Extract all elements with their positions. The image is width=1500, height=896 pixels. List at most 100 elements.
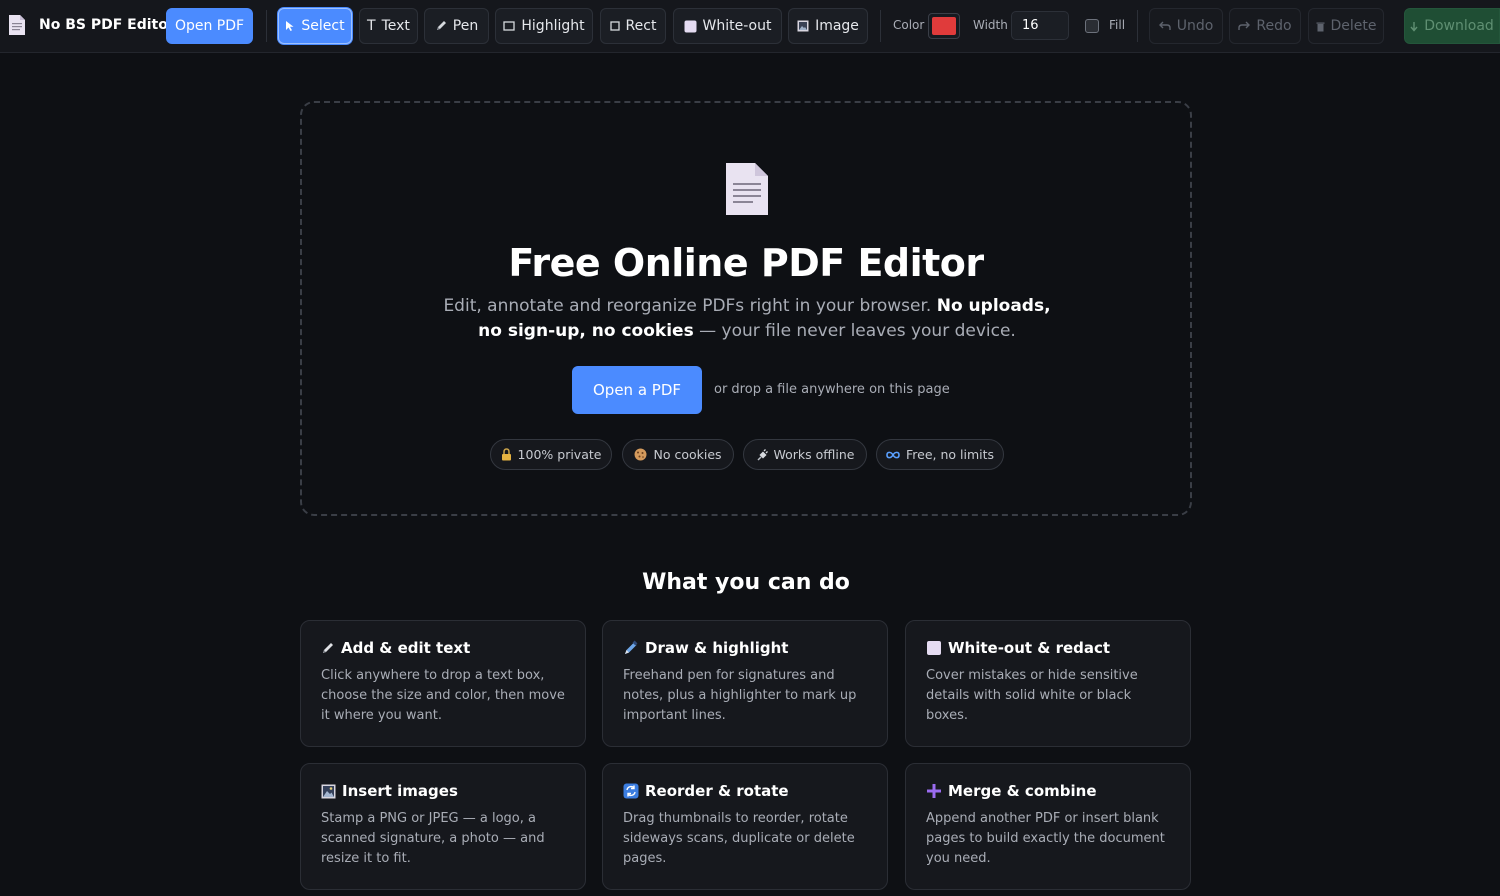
text-icon: T [367,18,376,34]
white-square-icon [684,20,697,33]
open-a-pdf-button[interactable]: Open a PDF [572,366,702,414]
feature-card-description: Freehand pen for signatures and notes, p… [623,668,857,723]
open-pdf-label: Open PDF [174,18,245,34]
feature-title-text: Draw & highlight [645,639,789,657]
hero-title: Free Online PDF Editor [508,241,984,285]
feature-card-title: Insert images [321,782,565,800]
white-square-icon [926,640,942,656]
rect-tool-button[interactable]: Rect [600,8,666,44]
rotate-icon [623,783,639,799]
rect-tool-label: Rect [625,18,657,34]
color-picker[interactable] [928,13,960,39]
badge-no-cookies: No cookies [622,439,734,470]
redo-icon [1238,21,1251,31]
infinity-icon [886,451,900,459]
app-name: No BS PDF Editor [39,17,175,33]
color-swatch [932,17,956,35]
feature-card-description: Cover mistakes or hide sensitive details… [926,668,1138,723]
feature-title-text: Add & edit text [341,639,471,657]
text-tool-button[interactable]: T Text [359,8,418,44]
feature-card-title: Add & edit text [321,639,565,657]
hero-subtitle: Edit, annotate and reorganize PDFs right… [437,294,1057,344]
feature-card-title: Merge & combine [926,782,1170,800]
feature-card-description: Append another PDF or insert blank pages… [926,811,1165,866]
open-a-pdf-label: Open a PDF [592,381,681,399]
undo-icon [1158,21,1171,31]
fill-label: Fill [1109,18,1126,32]
pen-tool-label: Pen [452,18,479,34]
color-label: Color [893,18,925,32]
whiteout-tool-label: White-out [702,18,772,34]
lock-icon [501,448,512,461]
select-tool-button[interactable]: Select [278,8,352,44]
image-tool-label: Image [815,18,859,34]
feature-title-text: Reorder & rotate [645,782,789,800]
drop-hint: or drop a file anywhere on this page [714,382,950,397]
drop-zone[interactable]: Free Online PDF Editor Edit, annotate an… [300,101,1192,516]
features-title: What you can do [642,570,850,595]
badge-label: Free, no limits [905,447,995,462]
badge-offline: Works offline [743,439,867,470]
feature-card-title: Reorder & rotate [623,782,867,800]
open-pdf-button[interactable]: Open PDF [166,8,253,44]
highlight-tool-button[interactable]: Highlight [495,8,593,44]
plus-icon [926,783,942,799]
toolbar-divider [880,10,881,42]
delete-button[interactable]: Delete [1308,8,1384,44]
square-outline-icon [609,21,620,31]
badge-free: Free, no limits [876,439,1004,470]
brand: No BS PDF Editor [8,14,175,36]
toolbar: No BS PDF Editor Open PDF Select T Text … [0,0,1500,53]
pencil-icon [321,641,335,655]
feature-card-description: Click anywhere to drop a text box, choos… [321,668,565,723]
delete-label: Delete [1330,18,1377,34]
feature-title-text: Insert images [342,782,458,800]
width-label: Width [973,18,1008,32]
cursor-icon [285,20,295,32]
toolbar-divider [1137,10,1138,42]
feature-card-text: Add & edit text Click anywhere to drop a… [300,620,586,747]
trash-icon [1316,21,1325,32]
feature-card-reorder: Reorder & rotate Drag thumbnails to reor… [602,763,888,890]
download-icon [1410,21,1418,32]
hero-subtitle-text: — your file never leaves your device. [699,321,1016,341]
fill-checkbox[interactable] [1085,19,1099,33]
select-tool-label: Select [301,18,345,34]
hero-subtitle-text: Edit, annotate and reorganize PDFs right… [443,296,932,316]
picture-icon [797,20,809,32]
feature-card-merge: Merge & combine Append another PDF or in… [905,763,1191,890]
text-tool-label: Text [381,18,410,34]
whiteout-tool-button[interactable]: White-out [673,8,782,44]
redo-button[interactable]: Redo [1229,8,1301,44]
undo-label: Undo [1176,18,1214,34]
feature-card-images: Insert images Stamp a PNG or JPEG — a lo… [300,763,586,890]
redo-label: Redo [1256,18,1292,34]
download-button[interactable]: Download [1404,8,1500,44]
pen-icon [623,640,639,656]
pen-tool-button[interactable]: Pen [424,8,489,44]
feature-card-description: Stamp a PNG or JPEG — a logo, a scanned … [321,811,545,866]
feature-title-text: White-out & redact [948,639,1111,657]
feature-card-title: White-out & redact [926,639,1170,657]
width-input[interactable] [1011,11,1069,40]
feature-card-whiteout: White-out & redact Cover mistakes or hid… [905,620,1191,747]
undo-button[interactable]: Undo [1149,8,1223,44]
highlight-tool-label: Highlight [521,18,585,34]
feature-card-description: Drag thumbnails to reorder, rotate sidew… [623,811,855,866]
feature-card-title: Draw & highlight [623,639,867,657]
download-label: Download [1424,18,1494,34]
picture-icon [321,784,336,799]
feature-card-draw: Draw & highlight Freehand pen for signat… [602,620,888,747]
document-icon [8,14,26,36]
feature-title-text: Merge & combine [948,782,1097,800]
cookie-icon [634,448,647,461]
badge-label: No cookies [653,447,722,462]
badge-label: Works offline [773,447,855,462]
plug-icon [756,448,768,461]
badge-private: 100% private [490,439,612,470]
pen-icon [435,20,447,32]
badge-label: 100% private [517,447,602,462]
image-tool-button[interactable]: Image [788,8,868,44]
rectangle-outline-icon [503,21,516,31]
toolbar-divider [266,10,267,42]
